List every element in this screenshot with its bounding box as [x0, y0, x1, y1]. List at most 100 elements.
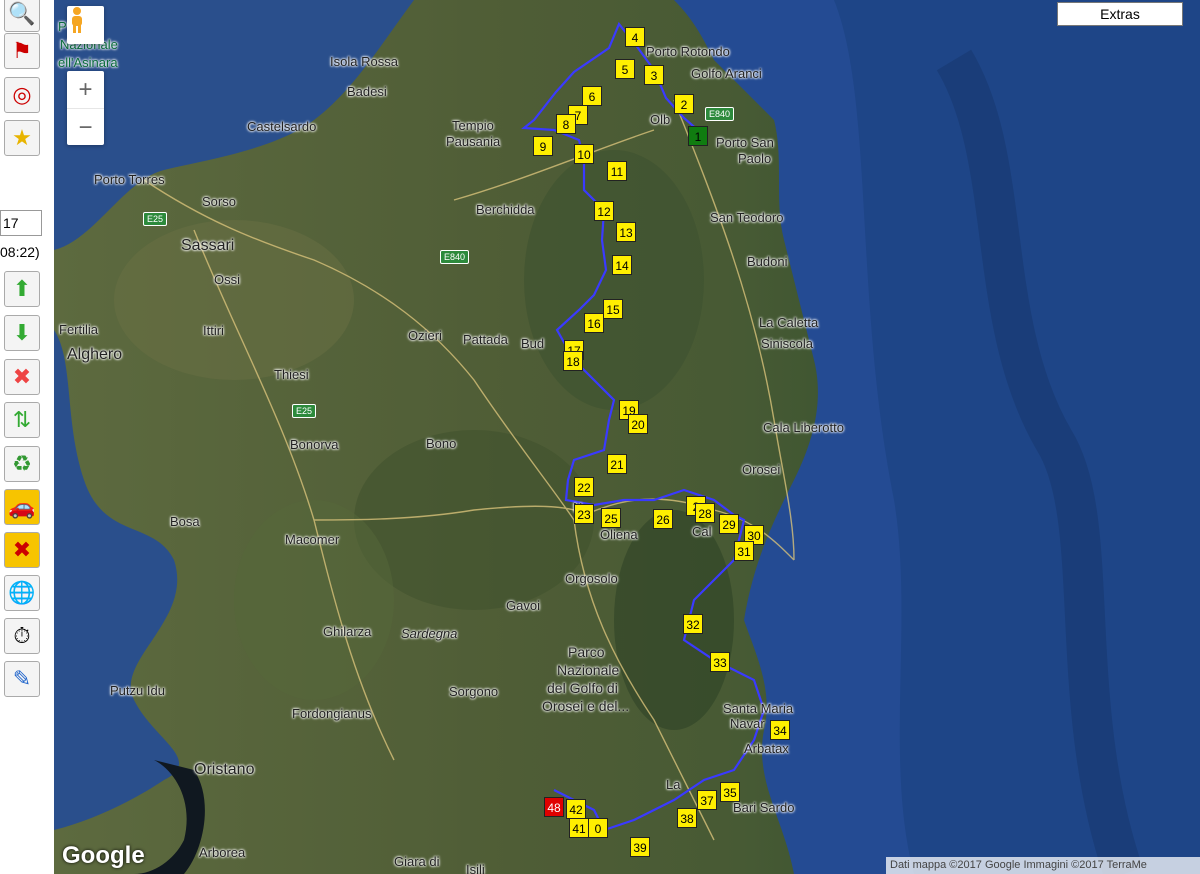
place-label: Macomer: [285, 532, 340, 547]
globe-icon[interactable]: 🌐: [4, 575, 40, 611]
car-icon[interactable]: 🚗: [4, 489, 40, 525]
route-marker[interactable]: 32: [683, 614, 703, 634]
route-marker-end[interactable]: 48: [544, 797, 564, 817]
route-marker[interactable]: 28: [695, 503, 715, 523]
place-label: Bonorva: [290, 437, 339, 452]
place-label: Porto Torres: [94, 172, 165, 187]
route-marker[interactable]: 26: [653, 509, 673, 529]
place-label: Pausania: [446, 134, 501, 149]
place-label: Fordongianus: [292, 706, 372, 721]
route-marker[interactable]: 20: [628, 414, 648, 434]
place-label: Cal: [692, 524, 712, 539]
place-label: Tempio: [452, 118, 494, 133]
edit-icon[interactable]: ✎: [4, 661, 40, 697]
place-label: Porto Rotondo: [646, 44, 730, 59]
arrow-up-icon[interactable]: ⬆: [4, 271, 40, 307]
place-label: Sassari: [181, 237, 235, 254]
route-marker[interactable]: 8: [556, 114, 576, 134]
place-label: Porto San: [716, 135, 774, 150]
route-marker[interactable]: 2: [674, 94, 694, 114]
place-label: Navar: [730, 716, 765, 731]
route-marker[interactable]: 9: [533, 136, 553, 156]
place-label: Santa Maria: [723, 701, 794, 716]
place-label: Oliena: [600, 527, 638, 542]
place-label: Arbatax: [744, 741, 789, 756]
route-marker[interactable]: 37: [697, 790, 717, 810]
place-label: Sardegna: [401, 626, 458, 641]
place-label: Arborea: [199, 845, 246, 860]
route-marker[interactable]: 25: [601, 508, 621, 528]
route-marker[interactable]: 35: [720, 782, 740, 802]
route-marker[interactable]: 3: [644, 65, 664, 85]
reverse-icon[interactable]: ⇅: [4, 402, 40, 438]
route-marker[interactable]: 13: [616, 222, 636, 242]
place-label: Bari Sardo: [733, 800, 795, 815]
route-marker[interactable]: 29: [719, 514, 739, 534]
route-marker[interactable]: 33: [710, 652, 730, 672]
route-marker[interactable]: 42: [566, 799, 586, 819]
place-label: Bosa: [170, 514, 200, 529]
zoom-out-button[interactable]: −: [67, 109, 104, 146]
route-marker[interactable]: 38: [677, 808, 697, 828]
place-label: Berchidda: [476, 202, 535, 217]
route-marker[interactable]: 34: [770, 720, 790, 740]
place-label: del Golfo di: [547, 680, 618, 696]
place-label: Giara di: [394, 854, 440, 869]
place-label: P: [58, 19, 67, 34]
place-label: Olb: [650, 112, 671, 127]
map-canvas[interactable]: Isola Rossa Badesi Castelsardo Tempio Pa…: [54, 0, 1200, 874]
place-label: Ossi: [214, 272, 240, 287]
place-label: Gavoi: [506, 598, 540, 613]
place-label: Ozieri: [408, 328, 442, 343]
route-marker[interactable]: 41: [569, 818, 589, 838]
street-view-pegman-icon[interactable]: [67, 6, 104, 44]
arrow-down-icon[interactable]: ⬇: [4, 315, 40, 351]
stopwatch-icon[interactable]: ⏱: [4, 618, 40, 654]
route-marker[interactable]: 4: [625, 27, 645, 47]
place-label: Orosei e del...: [542, 698, 630, 714]
cancel-icon[interactable]: ✖: [4, 532, 40, 568]
delete-icon[interactable]: ✖: [4, 359, 40, 395]
flag-icon[interactable]: ⚑: [4, 33, 40, 69]
route-marker[interactable]: 18: [563, 351, 583, 371]
route-marker[interactable]: 31: [734, 541, 754, 561]
route-marker[interactable]: 23: [574, 504, 594, 524]
place-label: Cala Liberotto: [763, 420, 844, 435]
place-label: Thiesi: [274, 367, 309, 382]
route-marker[interactable]: 22: [574, 477, 594, 497]
route-marker[interactable]: 39: [630, 837, 650, 857]
app-window: 🔍 ⚑ ◎ ★ 17 08:22) ⬆ ⬇ ✖ ⇅ ♻ 🚗 ✖ 🌐 ⏱ ✎ Is…: [0, 0, 1200, 874]
place-label: Budoni: [747, 254, 788, 269]
route-marker[interactable]: 16: [584, 313, 604, 333]
route-marker[interactable]: 10: [574, 144, 594, 164]
place-label: Bud: [521, 336, 545, 351]
place-label: San Teodoro: [710, 210, 784, 225]
zoom-in-button[interactable]: +: [67, 71, 104, 109]
place-label: Siniscola: [761, 336, 814, 351]
place-label: Parco: [568, 644, 605, 660]
route-marker[interactable]: 15: [603, 299, 623, 319]
route-marker[interactable]: 21: [607, 454, 627, 474]
star-icon[interactable]: ★: [4, 120, 40, 156]
route-marker-start[interactable]: 1: [688, 126, 708, 146]
search-icon[interactable]: 🔍: [4, 0, 40, 32]
route-marker[interactable]: 11: [607, 161, 627, 181]
route-marker[interactable]: 5: [615, 59, 635, 79]
place-label: Orosei: [742, 462, 781, 477]
route-marker[interactable]: 6: [582, 86, 602, 106]
place-label: Sorso: [202, 194, 236, 209]
recycle-icon[interactable]: ♻: [4, 446, 40, 482]
target-icon[interactable]: ◎: [4, 77, 40, 113]
place-label: Pattada: [463, 332, 508, 347]
route-marker[interactable]: 0: [588, 818, 608, 838]
extras-button[interactable]: Extras: [1057, 2, 1183, 26]
map-attribution[interactable]: Dati mappa ©2017 Google Immagini ©2017 T…: [886, 857, 1200, 874]
map-terrain: [54, 0, 1200, 874]
place-label: Golfo Aranci: [691, 66, 762, 81]
waypoint-field[interactable]: 17: [0, 210, 42, 236]
place-label: Paolo: [738, 151, 772, 166]
route-marker[interactable]: 12: [594, 201, 614, 221]
route-marker[interactable]: 14: [612, 255, 632, 275]
place-label: Badesi: [347, 84, 387, 99]
place-label: ell'Asinara: [58, 55, 118, 70]
